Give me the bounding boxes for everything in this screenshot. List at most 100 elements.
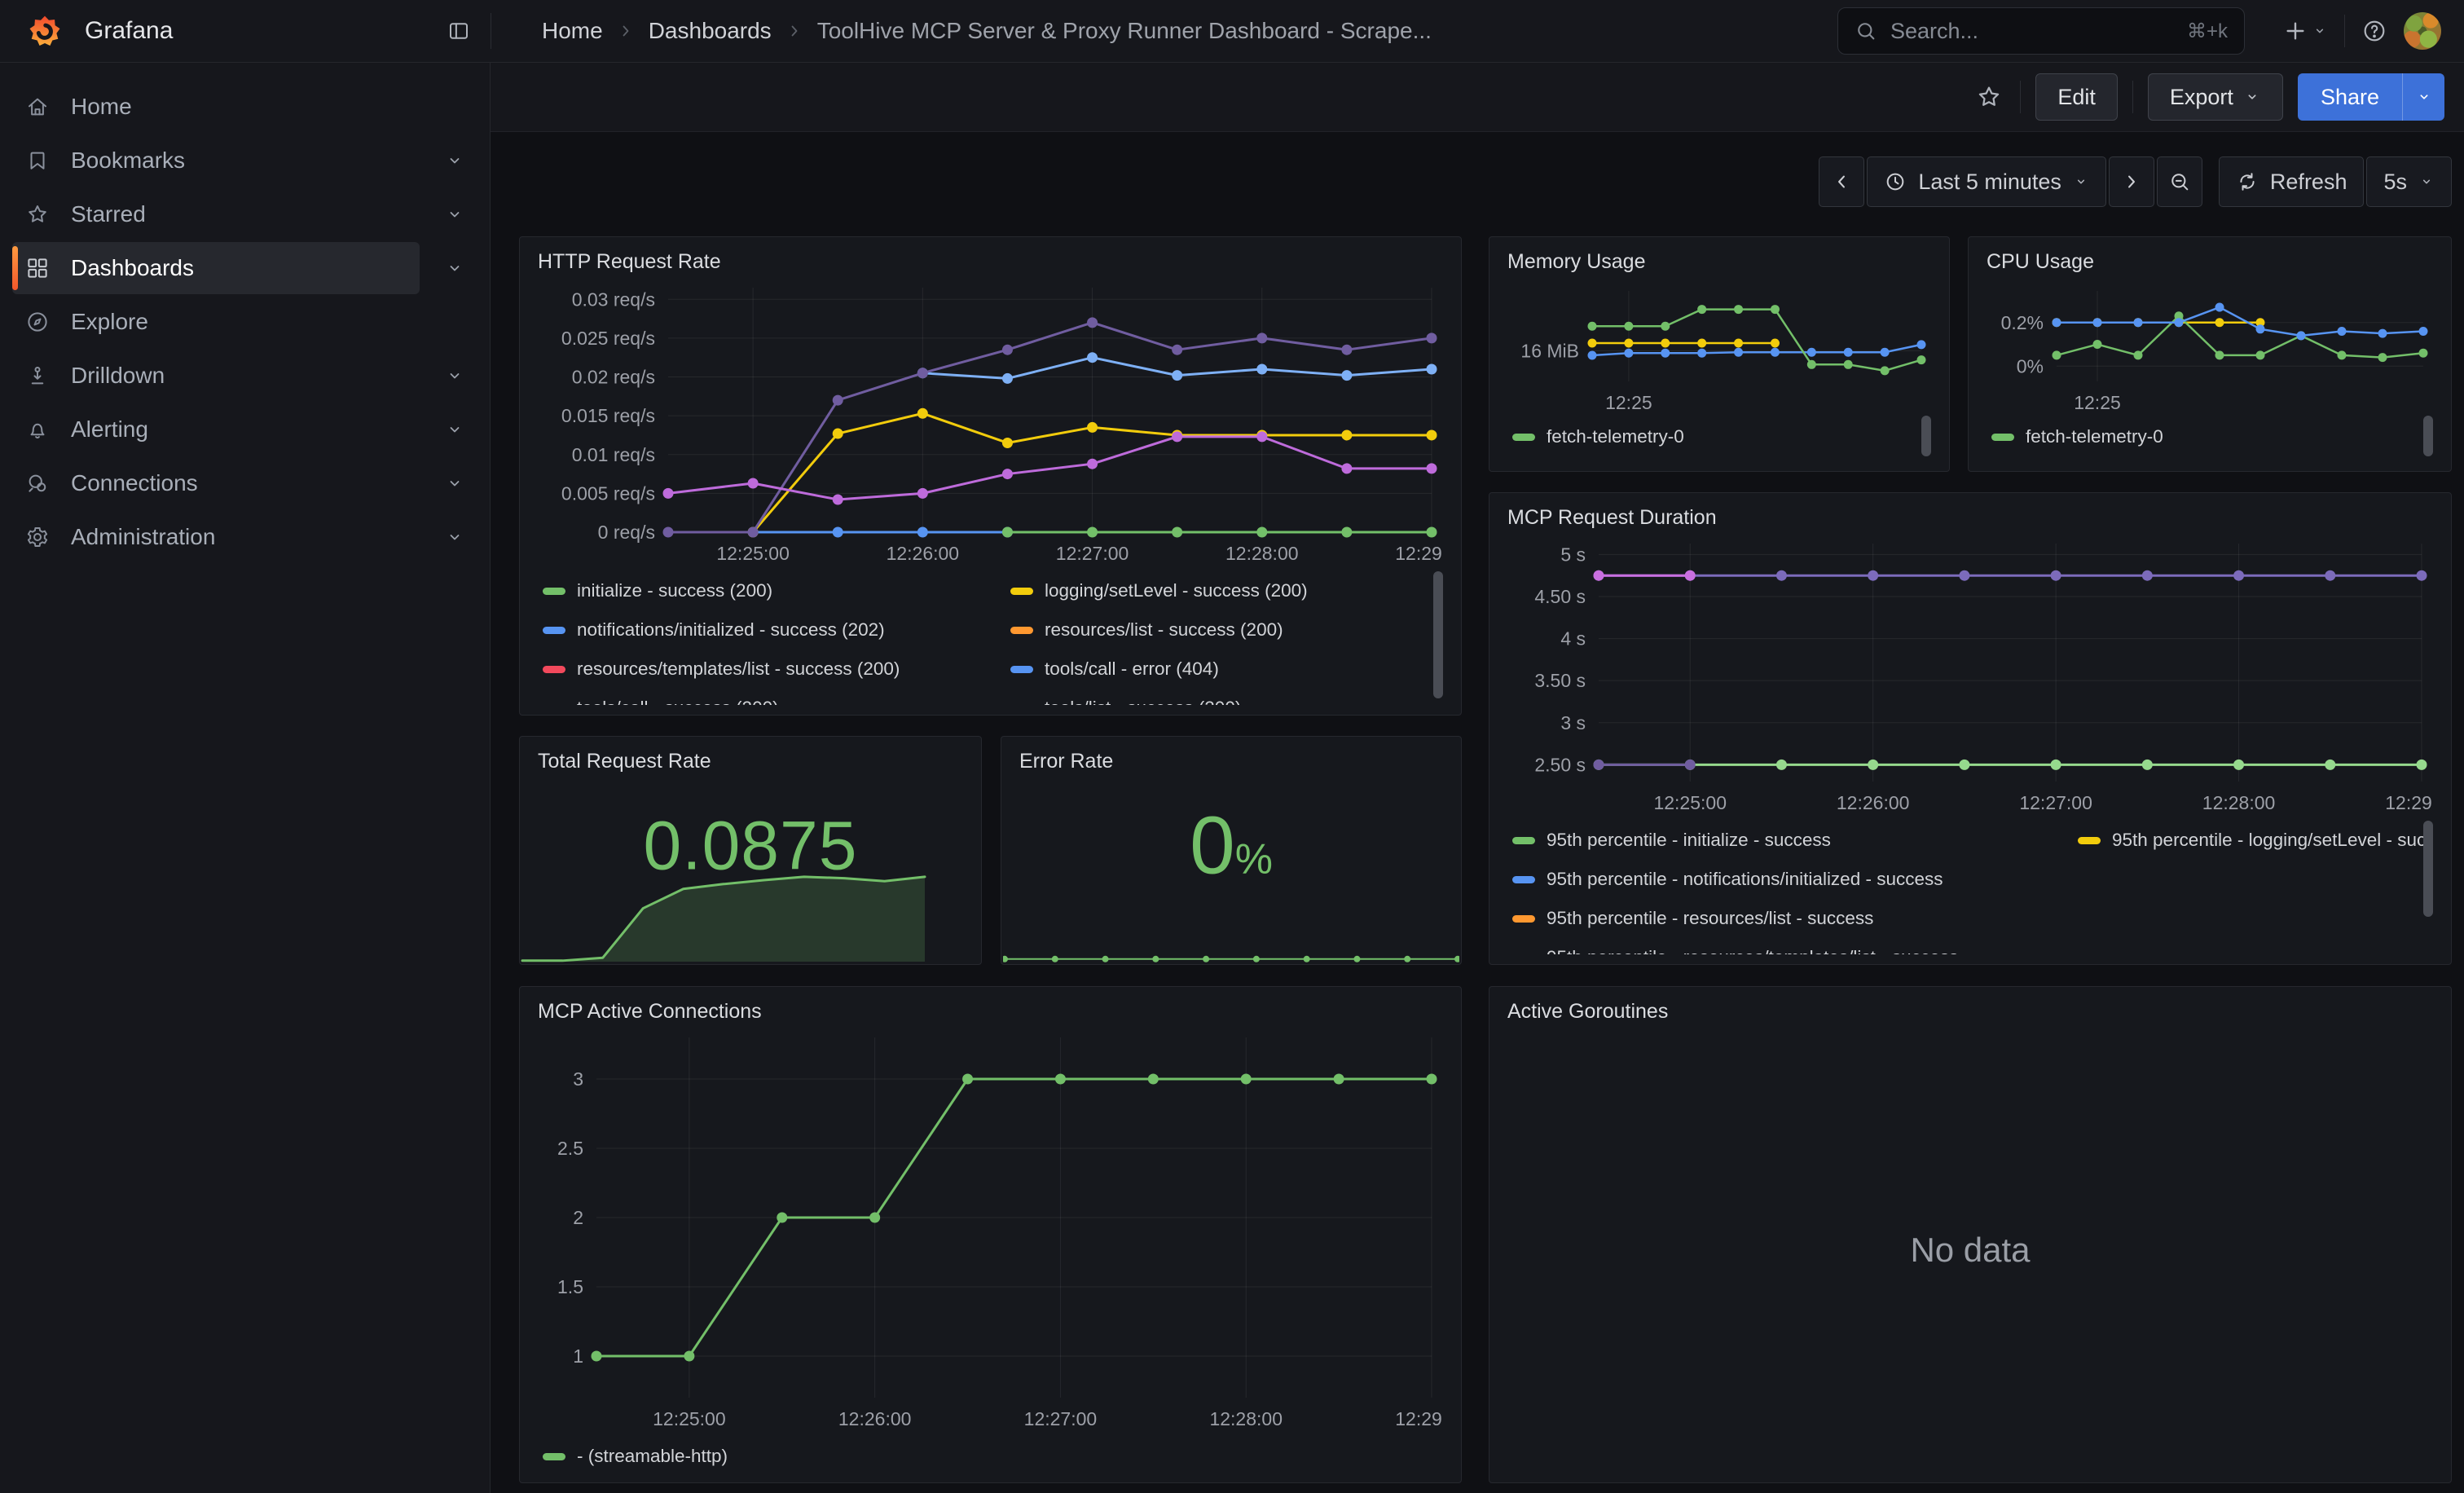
time-range-picker[interactable]: Last 5 minutes	[1867, 156, 2106, 207]
legend-scrollbar[interactable]	[1921, 416, 1931, 456]
svg-text:4.50 s: 4.50 s	[1534, 586, 1586, 607]
new-button[interactable]	[2277, 13, 2333, 49]
time-shift-back-button[interactable]	[1819, 156, 1864, 207]
legend-label: initialize - success (200)	[577, 580, 772, 601]
legend-item[interactable]: 95th percentile - resources/templates/li…	[1512, 947, 2050, 954]
panel-title[interactable]: MCP Active Connections	[538, 998, 1443, 1028]
panel-title[interactable]: Active Goroutines	[1507, 998, 2433, 1028]
legend-item[interactable]: unknown - success (200)	[1421, 698, 1443, 705]
export-button[interactable]: Export	[2148, 73, 2283, 121]
sidebar-link-home[interactable]: Home	[12, 81, 420, 133]
legend-item[interactable]: tools/list - success (200)	[1010, 698, 1393, 705]
breadcrumb-home[interactable]: Home	[542, 18, 603, 44]
legend-item[interactable]: resources/templates/list - success (200)	[543, 658, 983, 680]
sidebar-link-connections[interactable]: Connections	[12, 457, 420, 509]
sidebar-item-label: Administration	[71, 524, 215, 550]
svg-text:0.005 req/s: 0.005 req/s	[561, 482, 655, 504]
legend-swatch	[1010, 666, 1033, 673]
topbar-actions-divider	[2344, 15, 2345, 47]
panel-title[interactable]: CPU Usage	[1987, 249, 2433, 278]
sidebar-link-dashboards[interactable]: Dashboards	[12, 242, 420, 294]
panel-title[interactable]: HTTP Request Rate	[538, 249, 1443, 278]
legend-label: tools/list - success (200)	[1045, 698, 1241, 705]
legend-item[interactable]: initialize - success (200)	[543, 580, 983, 601]
legend-item[interactable]: notifications/initialized - success (202…	[543, 619, 983, 641]
legend-label: tools/call - success (200)	[577, 698, 779, 705]
help-button[interactable]	[2356, 13, 2392, 49]
legend-row: 95th percentile - resources/templates/li…	[1507, 938, 2433, 954]
legend-item[interactable]: 95th percentile - resources/list - succe…	[1512, 908, 2050, 929]
svg-text:12:25:00: 12:25:00	[1653, 792, 1727, 813]
time-series-chart[interactable]: 0.2%0%12:25	[1987, 278, 2433, 414]
chevron-down-icon[interactable]	[420, 188, 490, 240]
refresh-button[interactable]: Refresh	[2219, 156, 2365, 207]
chevron-down-icon[interactable]	[420, 350, 490, 402]
legend-item[interactable]: 95th percentile - logging/setLevel - suc…	[2078, 830, 2433, 851]
chevron-down-icon[interactable]	[420, 134, 490, 187]
breadcrumb-dashboards[interactable]: Dashboards	[649, 18, 772, 44]
zoom-out-button[interactable]	[2157, 156, 2202, 207]
refresh-interval-picker[interactable]: 5s	[2366, 156, 2452, 207]
sidebar-link-explore[interactable]: Explore	[12, 296, 420, 348]
chevron-down-icon[interactable]	[420, 457, 490, 509]
legend-swatch	[1991, 434, 2014, 441]
svg-text:12:27:00: 12:27:00	[2019, 792, 2092, 813]
time-series-chart[interactable]: 0 req/s0.005 req/s0.01 req/s0.015 req/s0…	[538, 278, 1443, 568]
legend-row: resources/templates/list - success (200)…	[538, 650, 1443, 689]
user-avatar[interactable]	[2404, 12, 2441, 50]
question-circle-icon	[2361, 18, 2387, 44]
panel-title[interactable]: Total Request Rate	[538, 748, 963, 777]
sidebar-link-starred[interactable]: Starred	[12, 188, 420, 240]
legend-label: fetch-telemetry-0	[1547, 426, 1684, 447]
legend-item[interactable]: fetch-telemetry-0	[1512, 426, 1684, 447]
chevron-down-icon[interactable]	[420, 511, 490, 563]
svg-text:5 s: 5 s	[1560, 544, 1586, 565]
sidebar-link-drilldown[interactable]: Drilldown	[12, 350, 420, 402]
panel-title[interactable]: MCP Request Duration	[1507, 504, 2433, 534]
edit-button[interactable]: Edit	[2035, 73, 2118, 121]
legend-scrollbar[interactable]	[1433, 571, 1443, 698]
sidebar-link-administration[interactable]: Administration	[12, 511, 420, 563]
legend-item[interactable]: - (streamable-http)	[543, 1446, 728, 1467]
star-dashboard-icon[interactable]	[1973, 81, 2005, 113]
legend-label: - (streamable-http)	[577, 1446, 728, 1467]
legend-item[interactable]: logging/setLevel - success (200)	[1010, 580, 1393, 601]
sidebar-item-administration: Administration	[12, 511, 490, 563]
legend-scrollbar[interactable]	[2423, 416, 2433, 456]
legend-item[interactable]: tools/call - error (404)	[1010, 658, 1393, 680]
time-series-chart[interactable]: 32.521.5112:25:0012:26:0012:27:0012:28:0…	[538, 1028, 1443, 1434]
chevron-down-icon[interactable]	[420, 242, 490, 294]
sidebar-item-label: Dashboards	[71, 255, 194, 281]
legend-swatch	[1010, 588, 1033, 595]
panel-title[interactable]: Error Rate	[1019, 748, 1443, 777]
legend-scrollbar[interactable]	[2423, 821, 2433, 917]
legend-item[interactable]: 95th percentile - initialize - success	[1512, 830, 2050, 851]
legend-item[interactable]: resources/list - success (200)	[1010, 619, 1393, 641]
dock-menu-icon[interactable]	[440, 12, 477, 50]
sidebar-link-alerting[interactable]: Alerting	[12, 403, 420, 456]
time-series-chart[interactable]: 5 s4.50 s4 s3.50 s3 s2.50 s12:25:0012:26…	[1507, 534, 2433, 817]
chevron-down-icon[interactable]	[420, 403, 490, 456]
panel-title[interactable]: Memory Usage	[1507, 249, 1931, 278]
sidebar-item-alerting: Alerting	[12, 403, 490, 456]
stat-unit: %	[1235, 835, 1273, 883]
chart-legend: initialize - success (200) logging/setLev…	[538, 568, 1443, 705]
search-input[interactable]: Search... ⌘+k	[1837, 7, 2245, 55]
sidebar-item-label: Explore	[71, 309, 148, 335]
legend-swatch	[2078, 837, 2101, 844]
share-button[interactable]: Share	[2298, 73, 2402, 121]
stat-value: 0%	[1001, 799, 1461, 892]
breadcrumb: Home Dashboards ToolHive MCP Server & Pr…	[491, 18, 1813, 44]
time-shift-forward-button[interactable]	[2109, 156, 2154, 207]
svg-text:2.5: 2.5	[557, 1138, 583, 1159]
sidebar-item-dashboards: Dashboards	[12, 242, 490, 294]
legend-item[interactable]: 95th percentile - notifications/initiali…	[1512, 869, 2050, 890]
share-menu-button[interactable]	[2402, 73, 2444, 121]
sidebar-item-home: Home	[12, 81, 490, 133]
legend-label: 95th percentile - logging/setLevel - suc…	[2112, 830, 2433, 851]
topbar-actions	[2277, 12, 2441, 50]
legend-item[interactable]: tools/call - success (200)	[543, 698, 983, 705]
sidebar-link-bookmarks[interactable]: Bookmarks	[12, 134, 420, 187]
time-series-chart[interactable]: 16 MiB12:25	[1507, 278, 1931, 414]
legend-item[interactable]: fetch-telemetry-0	[1991, 426, 2163, 447]
